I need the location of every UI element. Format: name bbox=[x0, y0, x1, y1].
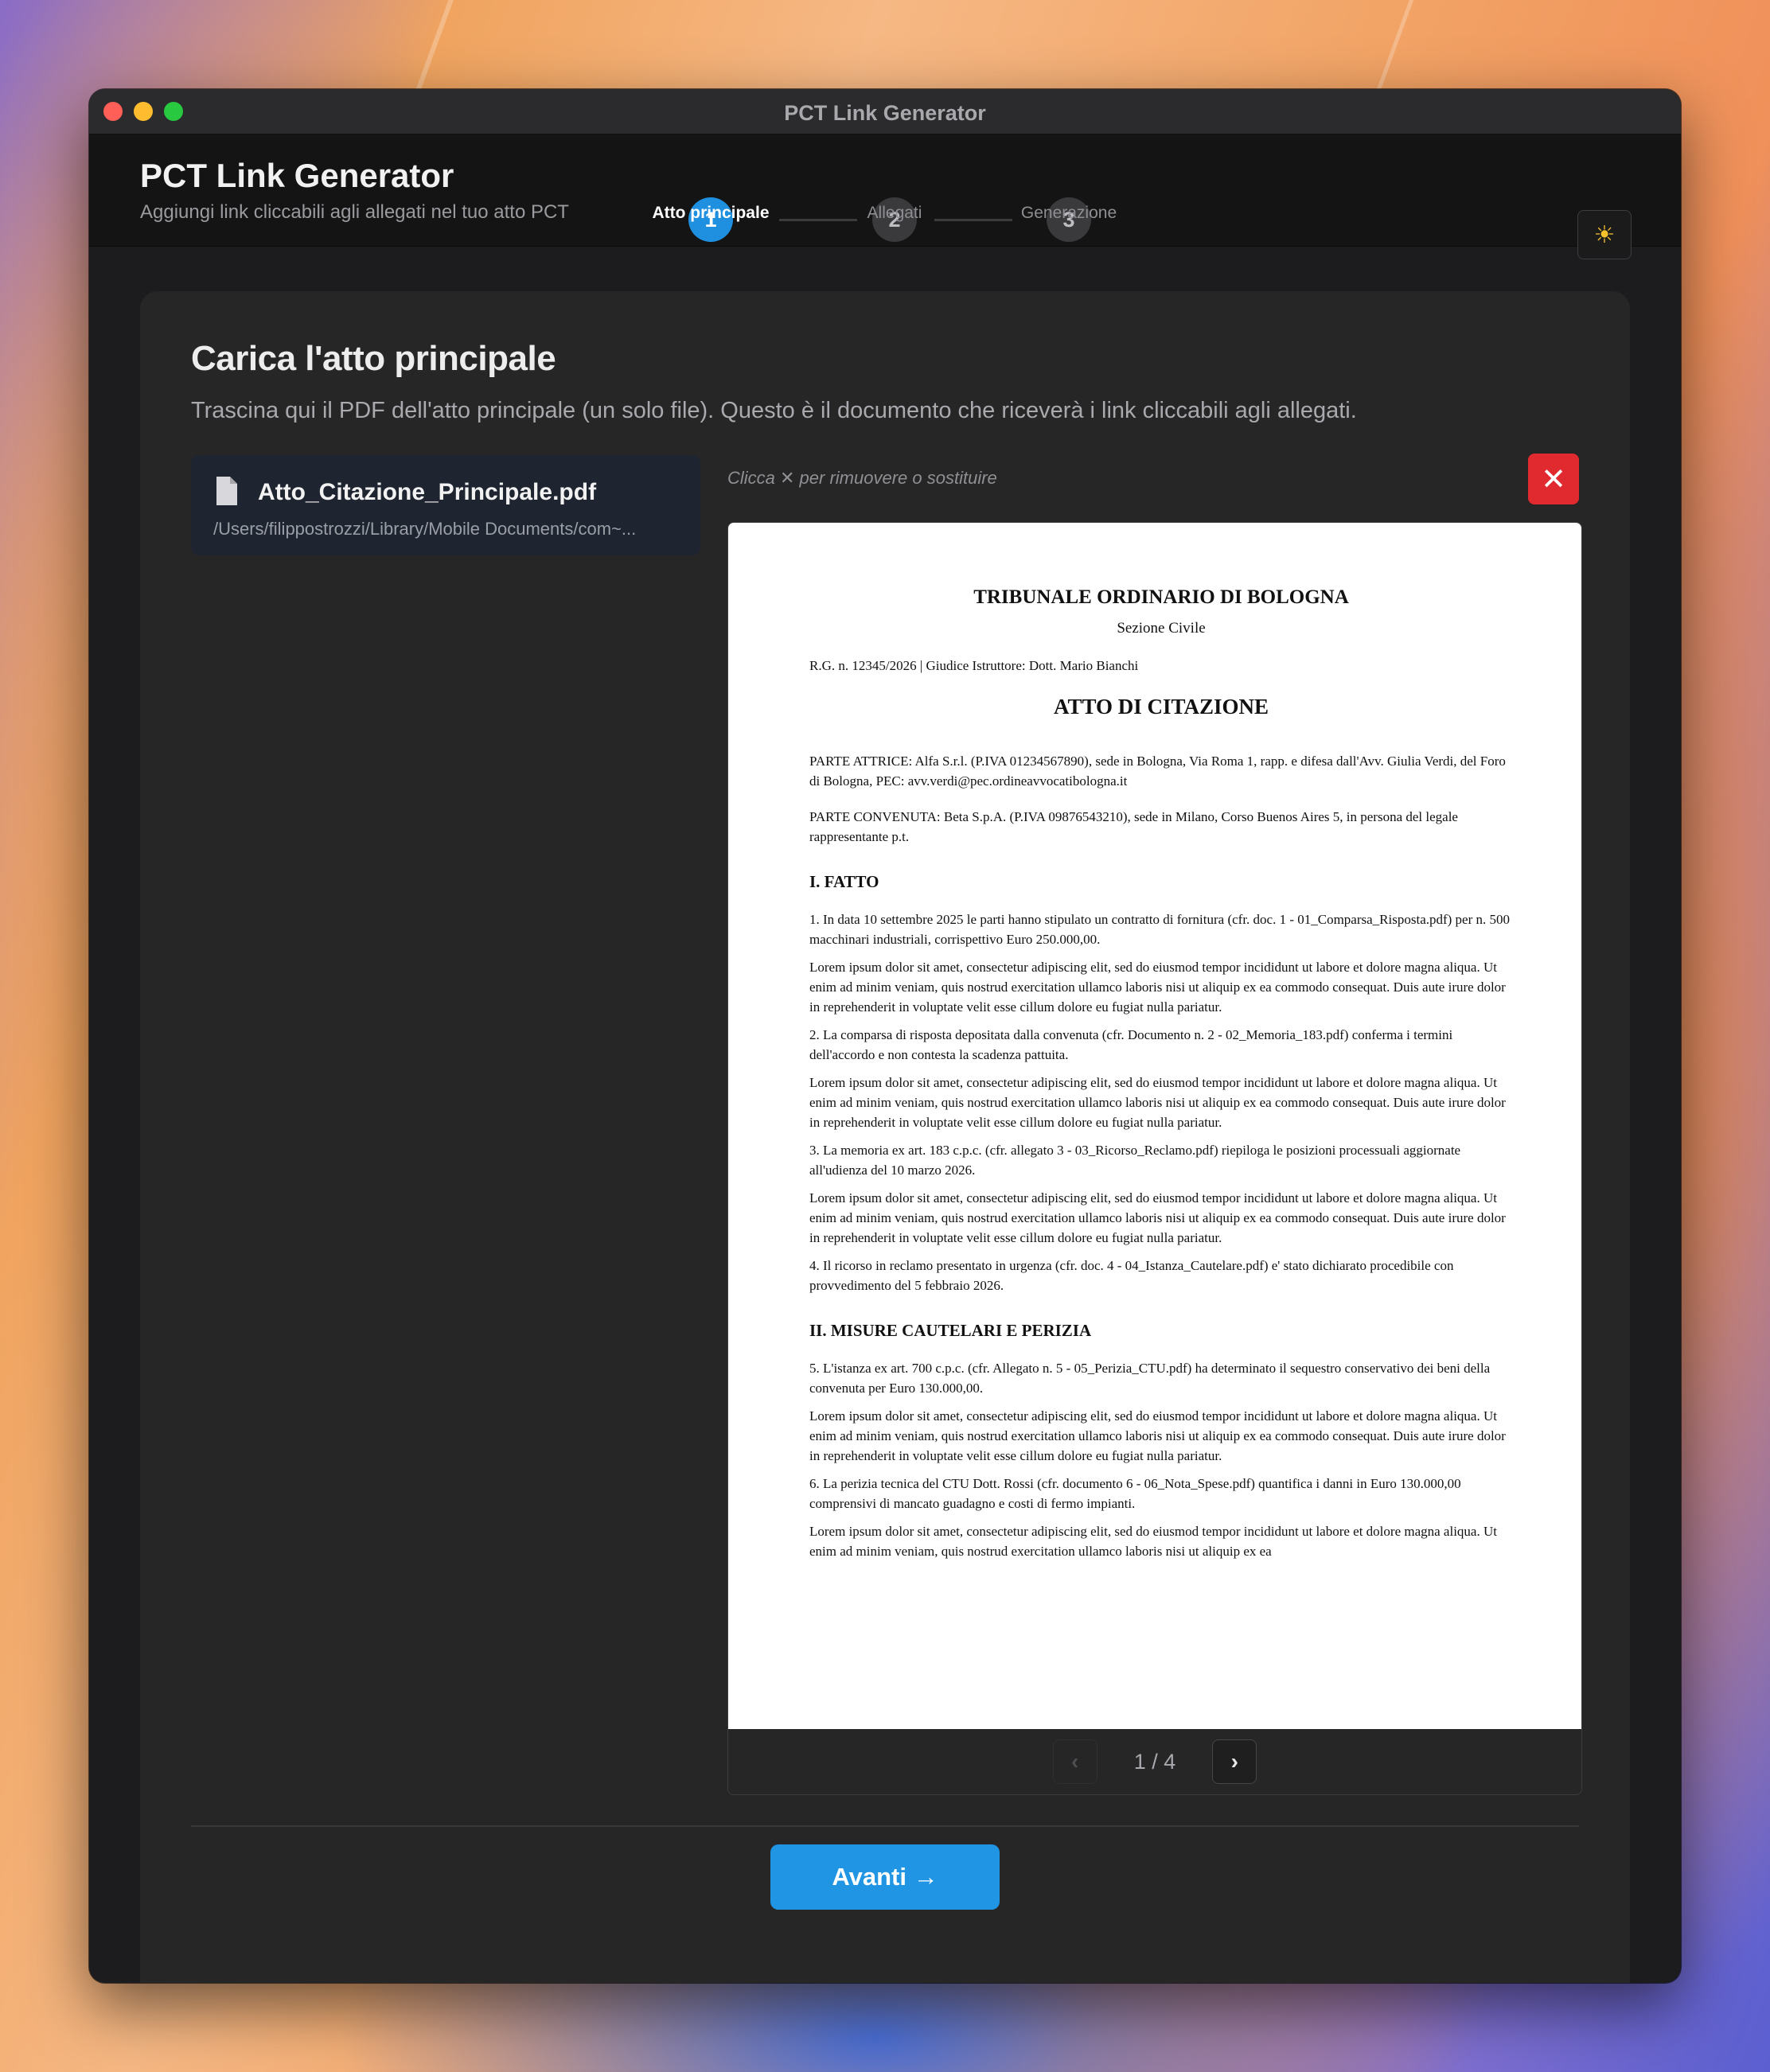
main-panel: Carica l'atto principale Trascina qui il… bbox=[140, 291, 1630, 1983]
step-1-label: Atto principale bbox=[652, 204, 770, 222]
remove-hint: Clicca ✕ per rimuovere o sostituire bbox=[727, 468, 997, 488]
next-step-button[interactable]: Avanti → bbox=[770, 1844, 1000, 1910]
page-navigation: ‹ 1 / 4 › bbox=[728, 1729, 1581, 1794]
doc-paragraph: 4. Il ricorso in reclamo presentato in u… bbox=[809, 1258, 1454, 1293]
file-name: Atto_Citazione_Principale.pdf bbox=[258, 479, 597, 505]
page-description: Trascina qui il PDF dell'atto principale… bbox=[191, 398, 1357, 423]
doc-paragraph: 5. L'istanza ex art. 700 c.p.c. (cfr. Al… bbox=[809, 1361, 1491, 1396]
doc-section-heading: I. FATTO bbox=[809, 872, 879, 891]
theme-toggle-button[interactable]: ☀ bbox=[1577, 210, 1632, 259]
close-icon: ✕ bbox=[1541, 462, 1566, 497]
doc-paragraph: Lorem ipsum dolor sit amet, consectetur … bbox=[809, 1524, 1497, 1559]
doc-paragraph: Lorem ipsum dolor sit amet, consectetur … bbox=[809, 960, 1506, 1015]
app-title: PCT Link Generator bbox=[140, 157, 454, 194]
doc-paragraph: 3. La memoria ex art. 183 c.p.c. (cfr. a… bbox=[809, 1143, 1461, 1178]
doc-court: TRIBUNALE ORDINARIO DI BOLOGNA bbox=[973, 586, 1349, 608]
doc-paragraph: 2. La comparsa di risposta depositata da… bbox=[809, 1027, 1453, 1062]
pdf-viewer: TRIBUNALE ORDINARIO DI BOLOGNA Sezione C… bbox=[727, 522, 1582, 1795]
previous-page-button[interactable]: ‹ bbox=[1052, 1739, 1097, 1784]
app-subtitle: Aggiungi link cliccabili agli allegati n… bbox=[140, 201, 569, 223]
doc-section: Sezione Civile bbox=[1117, 620, 1206, 637]
doc-party-attrice: PARTE ATTRICE: Alfa S.r.l. (P.IVA 012345… bbox=[809, 754, 1506, 789]
page-indicator: 1 / 4 bbox=[1133, 1749, 1176, 1774]
doc-party-convenuta: PARTE CONVENUTA: Beta S.p.A. (P.IVA 0987… bbox=[809, 809, 1458, 844]
doc-paragraph: Lorem ipsum dolor sit amet, consectetur … bbox=[809, 1408, 1506, 1463]
doc-paragraph: 1. In data 10 settembre 2025 le parti ha… bbox=[809, 912, 1511, 947]
doc-case-number: R.G. n. 12345/2026 | Giudice Istruttore:… bbox=[809, 658, 1139, 673]
doc-paragraph: Lorem ipsum dolor sit amet, consectetur … bbox=[809, 1075, 1506, 1130]
doc-paragraph: Lorem ipsum dolor sit amet, consectetur … bbox=[809, 1190, 1506, 1245]
step-3-label: Generazione bbox=[1020, 204, 1117, 222]
window-title: PCT Link Generator bbox=[784, 101, 986, 125]
app-window: PCT Link Generator PCT Link Generator Ag… bbox=[89, 89, 1681, 1983]
next-page-button[interactable]: › bbox=[1212, 1739, 1257, 1784]
selected-file-card[interactable]: Atto_Citazione_Principale.pdf /Users/fil… bbox=[191, 455, 700, 555]
page-title: Carica l'atto principale bbox=[191, 339, 556, 378]
remove-file-button[interactable]: ✕ bbox=[1528, 454, 1579, 504]
pdf-page[interactable]: TRIBUNALE ORDINARIO DI BOLOGNA Sezione C… bbox=[728, 523, 1581, 1729]
file-path: /Users/filippostrozzi/Library/Mobile Doc… bbox=[213, 519, 637, 539]
title-bar: PCT Link Generator bbox=[89, 89, 1681, 134]
step-2-label: Allegati bbox=[867, 204, 922, 222]
doc-paragraph: 6. La perizia tecnica del CTU Dott. Ross… bbox=[809, 1476, 1461, 1511]
sun-icon: ☀ bbox=[1593, 221, 1616, 248]
doc-section-heading: II. MISURE CAUTELARI E PERIZIA bbox=[809, 1321, 1092, 1340]
doc-heading: ATTO DI CITAZIONE bbox=[1053, 695, 1269, 719]
document-icon bbox=[216, 477, 237, 505]
divider bbox=[191, 1825, 1579, 1827]
